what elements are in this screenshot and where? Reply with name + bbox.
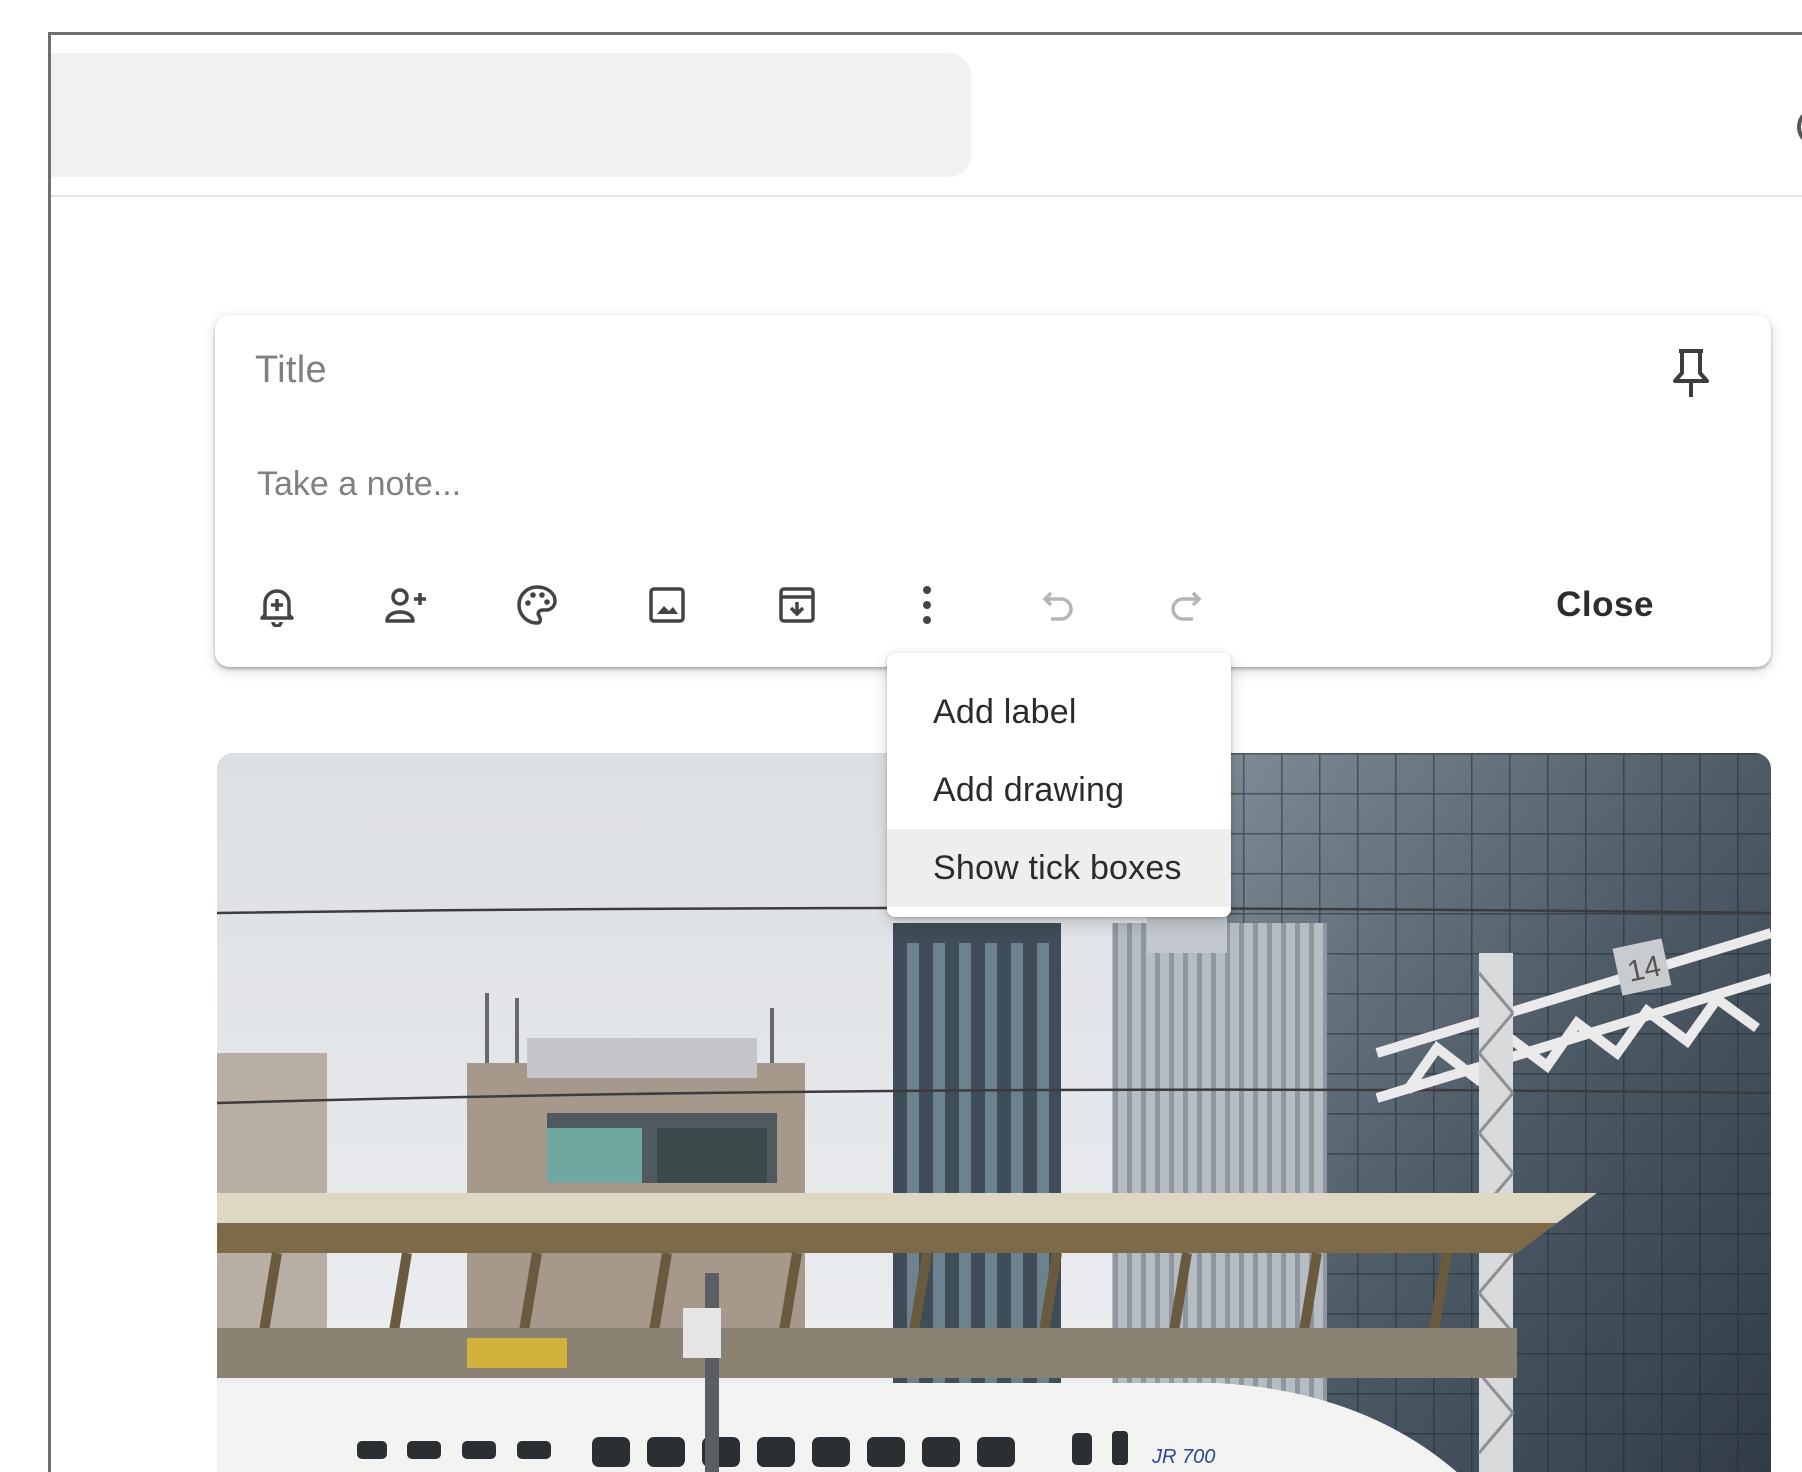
note-body-input[interactable]: Take a note... (257, 465, 461, 504)
app-window: 14 JR 700 Title Take a note... Close Add… (48, 32, 1802, 1472)
menu-item-show-tick-boxes[interactable]: Show tick boxes (887, 829, 1231, 907)
signboard-number: 14 (1624, 949, 1664, 988)
refresh-icon[interactable] (1781, 95, 1802, 155)
search-bar[interactable] (51, 53, 971, 177)
palette-icon[interactable] (509, 577, 565, 633)
redo-icon[interactable] (1159, 577, 1215, 633)
menu-item-add-label[interactable]: Add label (887, 673, 1231, 751)
train-marking: JR 700 (1151, 1446, 1215, 1468)
bell-plus-icon[interactable] (249, 577, 305, 633)
title-input[interactable]: Title (255, 349, 327, 392)
menu-item-add-drawing[interactable]: Add drawing (887, 751, 1231, 829)
undo-icon[interactable] (1029, 577, 1085, 633)
archive-icon[interactable] (769, 577, 825, 633)
image-icon[interactable] (639, 577, 695, 633)
app-header (51, 35, 1802, 197)
more-options-menu: Add label Add drawing Show tick boxes (887, 653, 1231, 917)
pin-icon[interactable] (1661, 343, 1721, 403)
person-add-icon[interactable] (379, 577, 435, 633)
close-button[interactable]: Close (1525, 575, 1685, 635)
more-vert-icon[interactable] (899, 577, 955, 633)
note-composer: Title Take a note... Close (215, 315, 1771, 667)
